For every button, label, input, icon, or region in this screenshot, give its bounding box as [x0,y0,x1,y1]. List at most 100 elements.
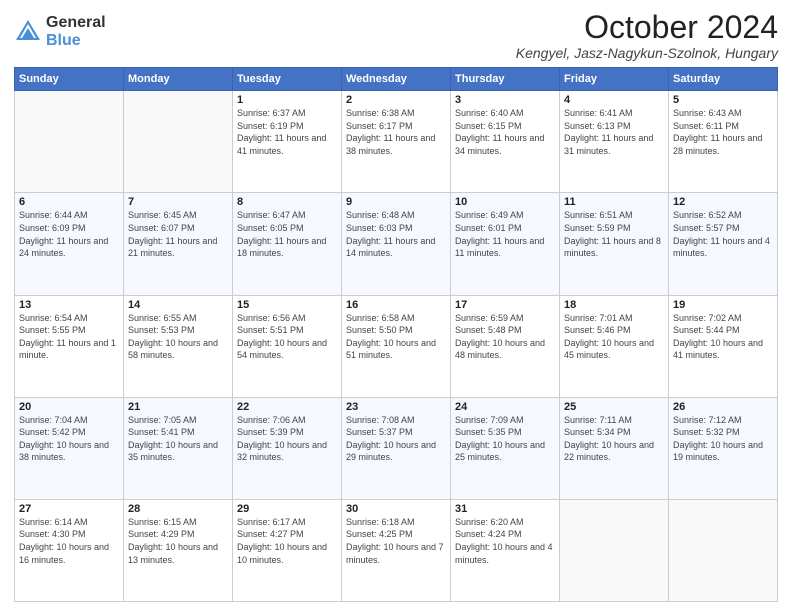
header: General Blue October 2024 Kengyel, Jasz-… [14,10,778,61]
day-number: 15 [237,299,337,311]
calendar-cell: 30Sunrise: 6:18 AM Sunset: 4:25 PM Dayli… [342,499,451,601]
day-info: Sunrise: 6:40 AM Sunset: 6:15 PM Dayligh… [455,107,555,157]
day-info: Sunrise: 6:48 AM Sunset: 6:03 PM Dayligh… [346,209,446,259]
day-number: 27 [19,503,119,515]
day-number: 21 [128,401,228,413]
day-number: 3 [455,94,555,106]
day-info: Sunrise: 6:59 AM Sunset: 5:48 PM Dayligh… [455,312,555,362]
day-info: Sunrise: 7:12 AM Sunset: 5:32 PM Dayligh… [673,414,773,464]
day-number: 17 [455,299,555,311]
day-info: Sunrise: 6:54 AM Sunset: 5:55 PM Dayligh… [19,312,119,362]
day-number: 8 [237,196,337,208]
day-number: 19 [673,299,773,311]
calendar-table: SundayMondayTuesdayWednesdayThursdayFrid… [14,67,778,602]
day-info: Sunrise: 6:56 AM Sunset: 5:51 PM Dayligh… [237,312,337,362]
calendar-header-row: SundayMondayTuesdayWednesdayThursdayFrid… [15,68,778,91]
day-info: Sunrise: 7:06 AM Sunset: 5:39 PM Dayligh… [237,414,337,464]
day-number: 23 [346,401,446,413]
subtitle: Kengyel, Jasz-Nagykun-Szolnok, Hungary [516,45,778,61]
calendar-cell: 13Sunrise: 6:54 AM Sunset: 5:55 PM Dayli… [15,295,124,397]
title-block: October 2024 Kengyel, Jasz-Nagykun-Szoln… [516,10,778,61]
day-info: Sunrise: 6:55 AM Sunset: 5:53 PM Dayligh… [128,312,228,362]
calendar-cell: 28Sunrise: 6:15 AM Sunset: 4:29 PM Dayli… [124,499,233,601]
calendar-cell: 17Sunrise: 6:59 AM Sunset: 5:48 PM Dayli… [451,295,560,397]
day-info: Sunrise: 7:08 AM Sunset: 5:37 PM Dayligh… [346,414,446,464]
calendar-cell: 29Sunrise: 6:17 AM Sunset: 4:27 PM Dayli… [233,499,342,601]
calendar-cell: 26Sunrise: 7:12 AM Sunset: 5:32 PM Dayli… [669,397,778,499]
calendar-cell: 18Sunrise: 7:01 AM Sunset: 5:46 PM Dayli… [560,295,669,397]
calendar-weekday-friday: Friday [560,68,669,91]
calendar-cell: 2Sunrise: 6:38 AM Sunset: 6:17 PM Daylig… [342,91,451,193]
calendar-weekday-sunday: Sunday [15,68,124,91]
day-number: 14 [128,299,228,311]
day-info: Sunrise: 7:05 AM Sunset: 5:41 PM Dayligh… [128,414,228,464]
day-info: Sunrise: 7:02 AM Sunset: 5:44 PM Dayligh… [673,312,773,362]
calendar-weekday-monday: Monday [124,68,233,91]
day-info: Sunrise: 6:45 AM Sunset: 6:07 PM Dayligh… [128,209,228,259]
logo-icon [14,18,42,46]
day-info: Sunrise: 6:20 AM Sunset: 4:24 PM Dayligh… [455,516,555,566]
day-info: Sunrise: 6:44 AM Sunset: 6:09 PM Dayligh… [19,209,119,259]
day-number: 30 [346,503,446,515]
day-number: 2 [346,94,446,106]
calendar-cell [15,91,124,193]
calendar-cell: 22Sunrise: 7:06 AM Sunset: 5:39 PM Dayli… [233,397,342,499]
calendar-week-row: 6Sunrise: 6:44 AM Sunset: 6:09 PM Daylig… [15,193,778,295]
day-info: Sunrise: 6:18 AM Sunset: 4:25 PM Dayligh… [346,516,446,566]
day-number: 7 [128,196,228,208]
logo: General Blue [14,14,106,49]
day-number: 16 [346,299,446,311]
day-info: Sunrise: 6:38 AM Sunset: 6:17 PM Dayligh… [346,107,446,157]
day-info: Sunrise: 7:09 AM Sunset: 5:35 PM Dayligh… [455,414,555,464]
day-number: 5 [673,94,773,106]
calendar-weekday-tuesday: Tuesday [233,68,342,91]
day-number: 1 [237,94,337,106]
calendar-cell: 6Sunrise: 6:44 AM Sunset: 6:09 PM Daylig… [15,193,124,295]
calendar-cell: 16Sunrise: 6:58 AM Sunset: 5:50 PM Dayli… [342,295,451,397]
calendar-cell: 5Sunrise: 6:43 AM Sunset: 6:11 PM Daylig… [669,91,778,193]
calendar-weekday-thursday: Thursday [451,68,560,91]
calendar-cell: 31Sunrise: 6:20 AM Sunset: 4:24 PM Dayli… [451,499,560,601]
calendar-cell: 4Sunrise: 6:41 AM Sunset: 6:13 PM Daylig… [560,91,669,193]
calendar-weekday-saturday: Saturday [669,68,778,91]
calendar-cell [669,499,778,601]
day-info: Sunrise: 6:51 AM Sunset: 5:59 PM Dayligh… [564,209,664,259]
calendar-cell: 20Sunrise: 7:04 AM Sunset: 5:42 PM Dayli… [15,397,124,499]
logo-blue-text: Blue [46,32,106,50]
day-info: Sunrise: 6:17 AM Sunset: 4:27 PM Dayligh… [237,516,337,566]
calendar-cell: 10Sunrise: 6:49 AM Sunset: 6:01 PM Dayli… [451,193,560,295]
day-info: Sunrise: 6:52 AM Sunset: 5:57 PM Dayligh… [673,209,773,259]
day-number: 13 [19,299,119,311]
calendar-cell: 23Sunrise: 7:08 AM Sunset: 5:37 PM Dayli… [342,397,451,499]
day-info: Sunrise: 7:04 AM Sunset: 5:42 PM Dayligh… [19,414,119,464]
day-number: 20 [19,401,119,413]
calendar-cell: 21Sunrise: 7:05 AM Sunset: 5:41 PM Dayli… [124,397,233,499]
calendar-cell: 12Sunrise: 6:52 AM Sunset: 5:57 PM Dayli… [669,193,778,295]
calendar-cell [560,499,669,601]
day-number: 28 [128,503,228,515]
calendar-week-row: 13Sunrise: 6:54 AM Sunset: 5:55 PM Dayli… [15,295,778,397]
calendar-week-row: 27Sunrise: 6:14 AM Sunset: 4:30 PM Dayli… [15,499,778,601]
day-number: 26 [673,401,773,413]
logo-general-text: General [46,14,106,32]
day-number: 18 [564,299,664,311]
calendar-week-row: 1Sunrise: 6:37 AM Sunset: 6:19 PM Daylig… [15,91,778,193]
day-info: Sunrise: 6:14 AM Sunset: 4:30 PM Dayligh… [19,516,119,566]
calendar-cell: 1Sunrise: 6:37 AM Sunset: 6:19 PM Daylig… [233,91,342,193]
day-info: Sunrise: 7:01 AM Sunset: 5:46 PM Dayligh… [564,312,664,362]
day-number: 31 [455,503,555,515]
calendar-weekday-wednesday: Wednesday [342,68,451,91]
day-info: Sunrise: 6:47 AM Sunset: 6:05 PM Dayligh… [237,209,337,259]
day-number: 22 [237,401,337,413]
day-number: 25 [564,401,664,413]
calendar-cell: 25Sunrise: 7:11 AM Sunset: 5:34 PM Dayli… [560,397,669,499]
day-number: 10 [455,196,555,208]
day-info: Sunrise: 6:58 AM Sunset: 5:50 PM Dayligh… [346,312,446,362]
calendar-cell: 15Sunrise: 6:56 AM Sunset: 5:51 PM Dayli… [233,295,342,397]
day-number: 9 [346,196,446,208]
day-info: Sunrise: 6:49 AM Sunset: 6:01 PM Dayligh… [455,209,555,259]
day-info: Sunrise: 6:43 AM Sunset: 6:11 PM Dayligh… [673,107,773,157]
day-number: 11 [564,196,664,208]
calendar-cell: 19Sunrise: 7:02 AM Sunset: 5:44 PM Dayli… [669,295,778,397]
day-number: 6 [19,196,119,208]
